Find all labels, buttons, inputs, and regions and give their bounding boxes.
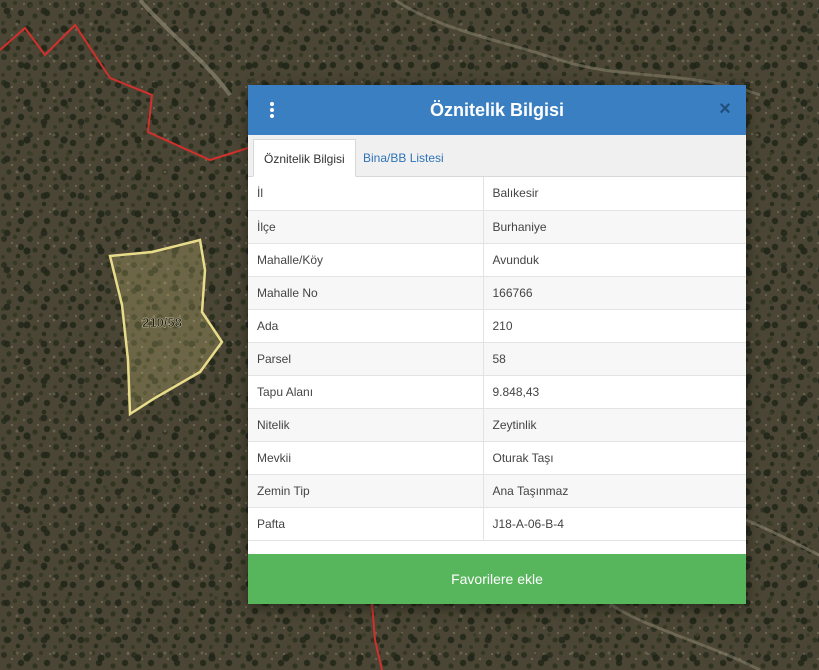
dialog-title: Öznitelik Bilgisi [429, 100, 565, 120]
attribute-key: İl [248, 177, 484, 211]
attribute-dialog: Öznitelik Bilgisi × Öznitelik Bilgisi Bi… [248, 85, 746, 604]
attribute-value: 58 [483, 342, 746, 376]
attribute-key: Pafta [248, 507, 484, 541]
tab-attribute-info[interactable]: Öznitelik Bilgisi [253, 139, 356, 177]
tab-bar: Öznitelik Bilgisi Bina/BB Listesi [248, 135, 746, 177]
close-icon[interactable]: × [716, 99, 734, 119]
attribute-value: 210 [483, 309, 746, 343]
table-row: Mahalle/Köy Avunduk [248, 243, 746, 277]
parcel-label: 210/58 [142, 315, 182, 330]
attribute-key: Mahalle/Köy [248, 243, 484, 277]
attribute-value: Oturak Taşı [483, 441, 746, 475]
table-row: Tapu Alanı 9.848,43 [248, 375, 746, 409]
attribute-value: Ana Taşınmaz [483, 474, 746, 508]
table-row: Parsel 58 [248, 342, 746, 376]
attribute-value: 9.848,43 [483, 375, 746, 409]
table-row: İl Balıkesir [248, 177, 746, 211]
table-row: Zemin Tip Ana Taşınmaz [248, 474, 746, 508]
table-row: Mevkii Oturak Taşı [248, 441, 746, 475]
dialog-header: Öznitelik Bilgisi × [248, 85, 746, 135]
attribute-key: Ada [248, 309, 484, 343]
attribute-table: İl Balıkesir İlçe Burhaniye Mahalle/Köy Avund… [248, 177, 746, 541]
attribute-key: İlçe [248, 210, 484, 244]
add-favorite-button[interactable]: Favorilere ekle [248, 554, 746, 604]
attribute-value: J18-A-06-B-4 [483, 507, 746, 541]
table-row: Pafta J18-A-06-B-4 [248, 507, 746, 541]
attribute-value: Balıkesir [483, 177, 746, 211]
attribute-value: Burhaniye [483, 210, 746, 244]
table-row: Ada 210 [248, 309, 746, 343]
table-row: Nitelik Zeytinlik [248, 408, 746, 442]
attribute-key: Tapu Alanı [248, 375, 484, 409]
attribute-key: Parsel [248, 342, 484, 376]
table-row: İlçe Burhaniye [248, 210, 746, 244]
attribute-key: Mahalle No [248, 276, 484, 310]
attribute-value: 166766 [483, 276, 746, 310]
attribute-key: Nitelik [248, 408, 484, 442]
attribute-key: Zemin Tip [248, 474, 484, 508]
tab-building-list[interactable]: Bina/BB Listesi [353, 139, 454, 177]
table-row: Mahalle No 166766 [248, 276, 746, 310]
attribute-value: Zeytinlik [483, 408, 746, 442]
attribute-value: Avunduk [483, 243, 746, 277]
attribute-key: Mevkii [248, 441, 484, 475]
